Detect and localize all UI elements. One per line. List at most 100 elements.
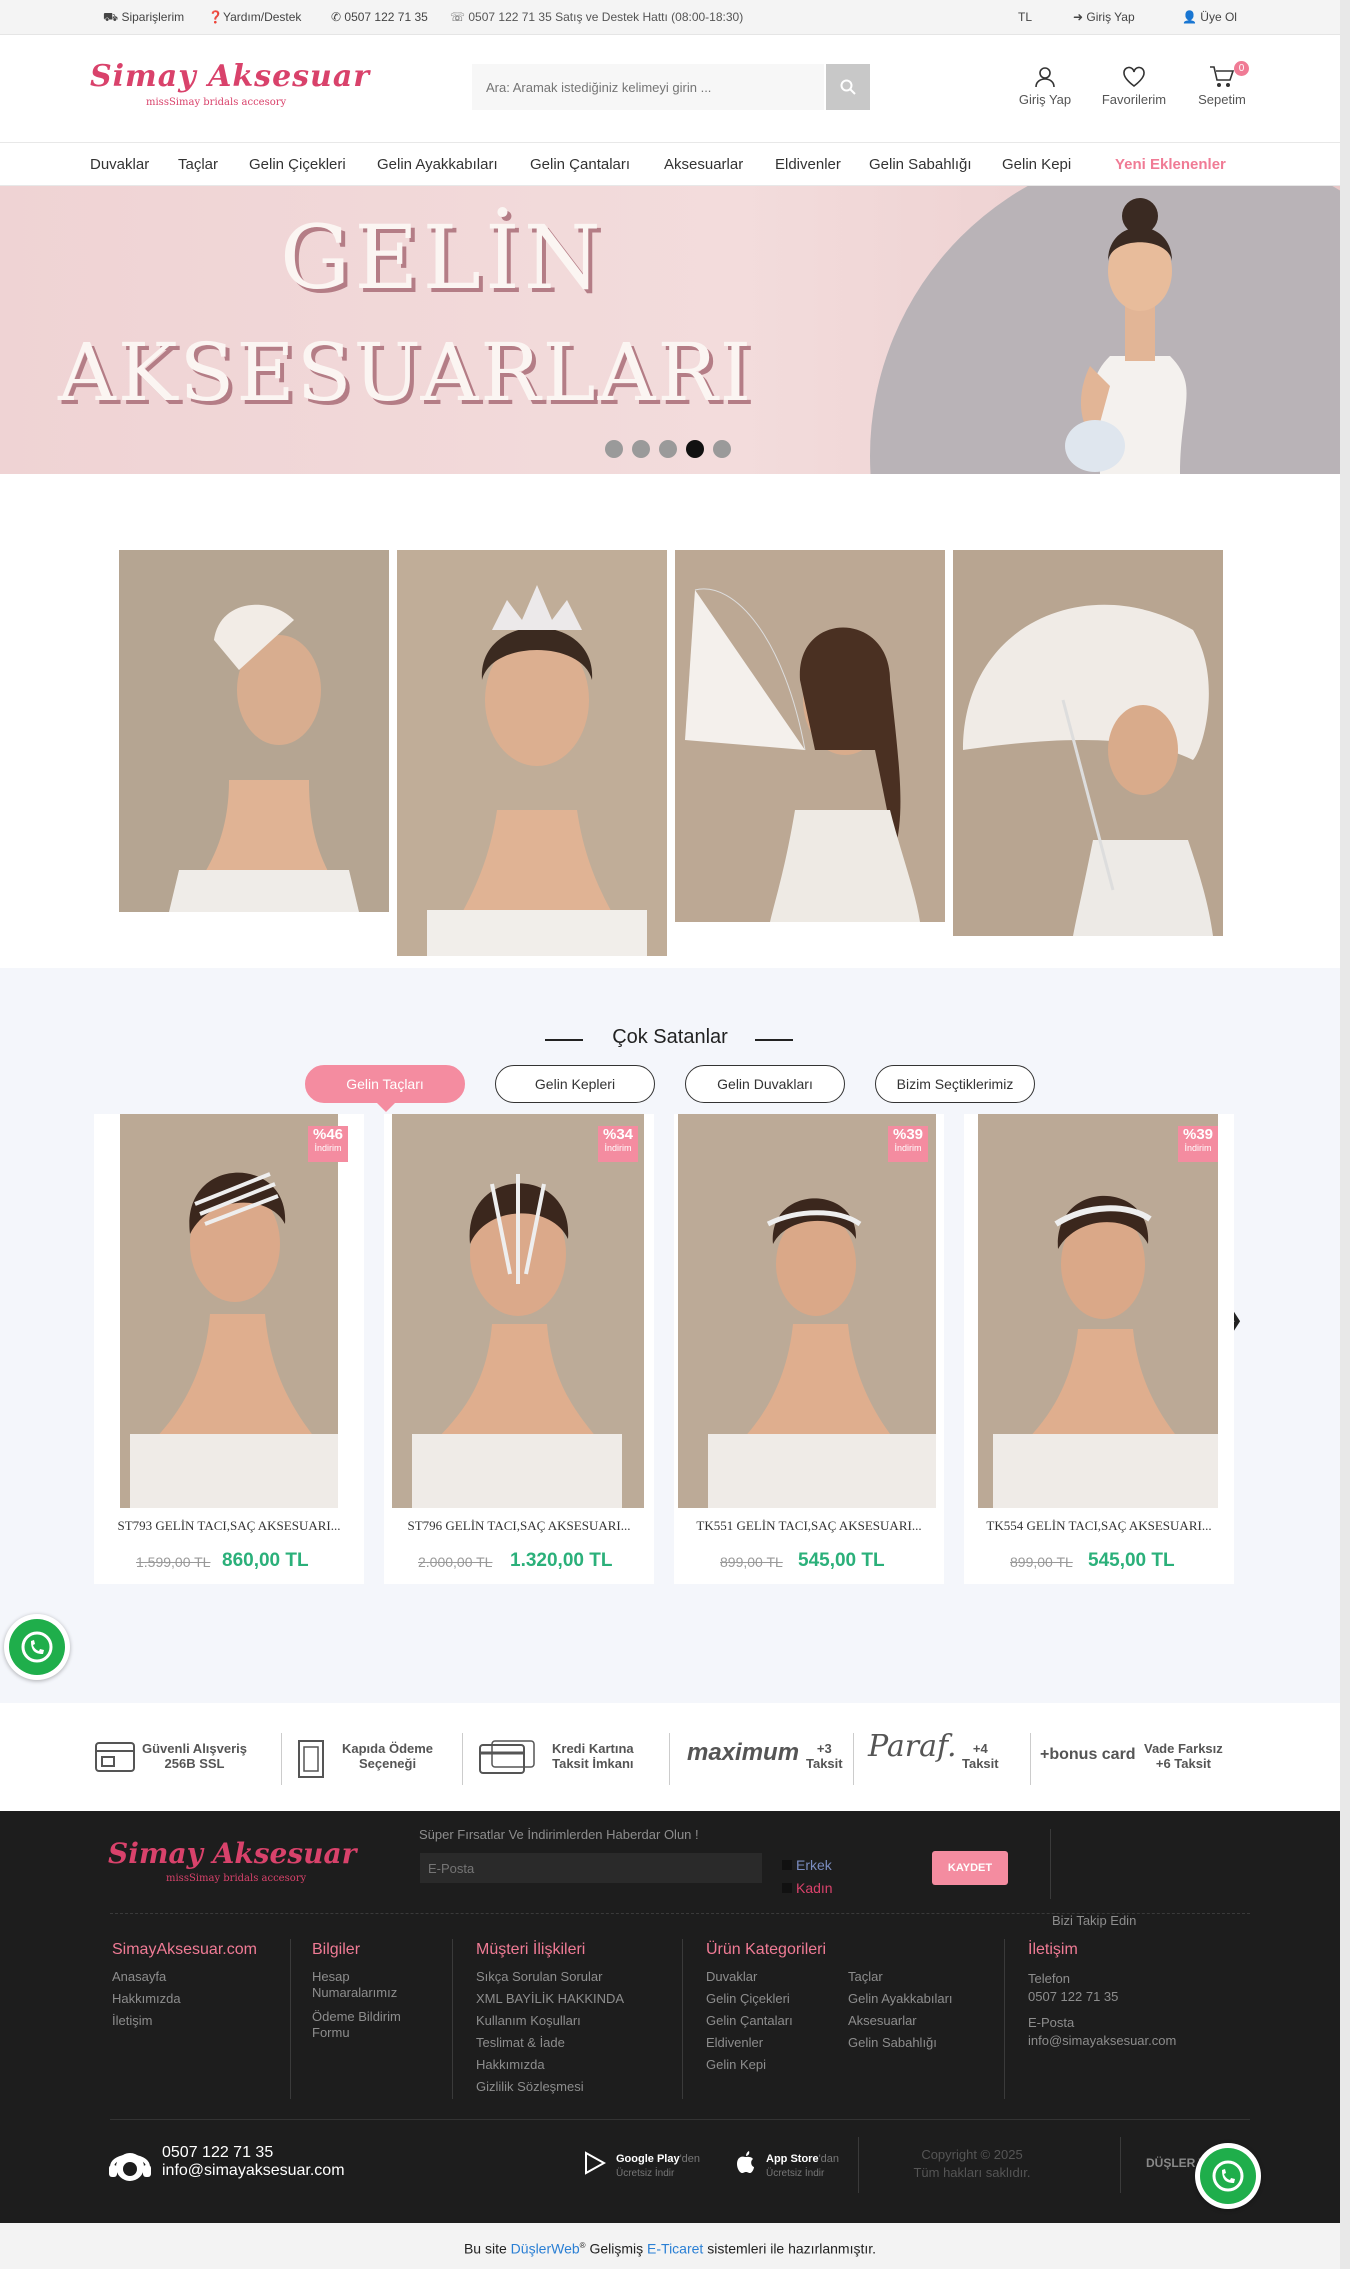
gallery-image-umbrella[interactable] (953, 550, 1223, 936)
nav-gelin-kepi[interactable]: Gelin Kepi (1002, 156, 1071, 173)
footer-link[interactable]: Gelin Sabahlığı (848, 2035, 937, 2051)
footer-link[interactable]: Sıkça Sorulan Sorular (476, 1969, 602, 1985)
eticaret-link[interactable]: E-Ticaret (647, 2241, 703, 2257)
copyright-line1: Copyright © 2025 (921, 2147, 1023, 2162)
favorites-button[interactable]: Favorilerim (1094, 65, 1174, 107)
footer-link[interactable]: Gizlilik Sözleşmesi (476, 2079, 584, 2095)
nav-eldivenler[interactable]: Eldivenler (775, 156, 841, 173)
footer-logo[interactable]: Simay Aksesuar (108, 1837, 356, 1870)
tab-bizim-sectiklerimiz[interactable]: Bizim Seçtiklerimiz (875, 1065, 1035, 1103)
footer-link[interactable]: Duvaklar (706, 1969, 757, 1985)
product-name[interactable]: ST793 GELİN TACI,SAÇ AKSESUARI... (94, 1518, 364, 1534)
footer-email[interactable]: info@simayaksesuar.com (1028, 2033, 1176, 2049)
footer-link[interactable]: Teslimat & İade (476, 2035, 565, 2051)
female-checkbox[interactable] (782, 1883, 792, 1893)
hero-slider[interactable]: GELİN AKSESUARLARI (0, 186, 1340, 474)
product-card[interactable]: %39 İndirim TK554 GELİN TACI,SAÇ AKSESUAR… (964, 1114, 1234, 1584)
whatsapp-float-button-footer[interactable] (1195, 2143, 1261, 2209)
footer-divider (110, 1913, 1250, 1914)
footer-link[interactable]: Hakkımızda (476, 2057, 545, 2073)
bonus-logo: +bonus card (1040, 1746, 1136, 1763)
nav-taclar[interactable]: Taçlar (178, 156, 218, 173)
currency-select[interactable]: TL (1018, 10, 1032, 24)
gallery-umbrella-picture (953, 550, 1223, 936)
hero-dot-2[interactable] (632, 440, 650, 458)
gallery-image-hat[interactable] (119, 550, 389, 912)
hero-dot-4[interactable] (686, 440, 704, 458)
orders-link[interactable]: ⛟ Siparişlerim (103, 10, 184, 26)
gender-male-option[interactable]: Erkek (782, 1857, 832, 1873)
search-button[interactable] (826, 64, 870, 110)
footer-link[interactable]: Hesap Numaralarımız (312, 1969, 422, 2001)
footer-phone[interactable]: 0507 122 71 35 (1028, 1989, 1118, 2005)
duslerweb-link[interactable]: DüşlerWeb (511, 2241, 580, 2257)
truck-icon: ⛟ (103, 10, 119, 24)
hero-dot-1[interactable] (605, 440, 623, 458)
gender-female-option[interactable]: Kadın (782, 1880, 833, 1896)
old-price: 899,00 TL (1010, 1554, 1073, 1570)
product-image[interactable] (392, 1114, 644, 1508)
nav-aksesuarlar[interactable]: Aksesuarlar (664, 156, 743, 173)
footer-col2-title: Bilgiler (312, 1941, 361, 1958)
footer: Simay Aksesuar missSimay bridals accesor… (0, 1811, 1340, 2223)
footer-link[interactable]: Kullanım Koşulları (476, 2013, 581, 2029)
footer-link[interactable]: Gelin Kepi (706, 2057, 766, 2073)
hero-dot-3[interactable] (659, 440, 677, 458)
page-scrollbar[interactable] (1340, 0, 1350, 2269)
product-name[interactable]: TK554 GELİN TACI,SAÇ AKSESUARI... (964, 1518, 1234, 1534)
newsletter-save-button[interactable]: KAYDET (932, 1851, 1008, 1885)
nav-duvaklar[interactable]: Duvaklar (90, 156, 149, 173)
footer-link[interactable]: İletişim (112, 2013, 152, 2029)
product-card[interactable]: %34 İndirim ST796 GELİN TACI,SAÇ AKSESUAR… (384, 1114, 654, 1584)
hero-dot-5[interactable] (713, 440, 731, 458)
best-sellers-title: Çok Satanlar (612, 1026, 728, 1048)
question-icon: ❓ (208, 10, 223, 24)
footer-link[interactable]: XML BAYİLİK HAKKINDA (476, 1991, 624, 2007)
footer-link[interactable]: Gelin Ayakkabıları (848, 1991, 953, 2007)
footer-link[interactable]: Eldivenler (706, 2035, 763, 2051)
male-checkbox[interactable] (782, 1860, 792, 1870)
tab-gelin-duvaklari[interactable]: Gelin Duvakları (685, 1065, 845, 1103)
register-link[interactable]: 👤 Üye Ol (1182, 10, 1237, 24)
header-login-button[interactable]: Giriş Yap (1005, 65, 1085, 107)
help-link[interactable]: ❓Yardım/Destek (208, 10, 301, 24)
gallery-image-crown[interactable] (397, 550, 667, 956)
footer-link[interactable]: Gelin Çantaları (706, 2013, 793, 2029)
product-card[interactable]: %39 İndirim TK551 GELİN TACI,SAÇ AKSESUAR… (674, 1114, 944, 1584)
product-image[interactable] (678, 1114, 936, 1508)
app-store-link[interactable]: App Store'dan (766, 2151, 839, 2167)
nav-yeni-eklenenler[interactable]: Yeni Eklenenler (1115, 156, 1226, 173)
top-login-link[interactable]: ➜ Giriş Yap (1073, 10, 1135, 24)
newsletter-email-input[interactable] (420, 1853, 762, 1883)
footer-link[interactable]: Aksesuarlar (848, 2013, 917, 2029)
nav-gelin-sabahligi[interactable]: Gelin Sabahlığı (869, 156, 972, 173)
whatsapp-float-button[interactable] (4, 1614, 70, 1680)
whatsapp-link[interactable]: ✆ 0507 122 71 35 (331, 10, 428, 24)
nav-gelin-cicekleri[interactable]: Gelin Çiçekleri (249, 156, 346, 173)
gallery-fan-picture (675, 550, 945, 922)
google-play-link[interactable]: Google Play'den (616, 2151, 700, 2167)
product-image[interactable] (978, 1114, 1218, 1508)
site-logo[interactable]: Simay Aksesuar (90, 59, 370, 94)
trust-cod: Kapıda Ödeme Seçeneği (342, 1741, 434, 1771)
footer-link[interactable]: Gelin Çiçekleri (706, 1991, 790, 2007)
product-card[interactable]: %46 İndirim ST793 GELİN TACI,SAÇ AKSESUAR… (94, 1114, 364, 1584)
search-input[interactable] (472, 64, 824, 110)
footer-link[interactable]: Hakkımızda (112, 1991, 181, 2007)
bottom-email[interactable]: info@simayaksesuar.com (162, 2163, 345, 2179)
discount-badge: %46 İndirim (308, 1126, 348, 1162)
footer-link[interactable]: Ödeme Bildirim Formu (312, 2009, 422, 2041)
tab-gelin-taclari[interactable]: Gelin Taçları (305, 1065, 465, 1103)
nav-gelin-cantalari[interactable]: Gelin Çantaları (530, 156, 630, 173)
tab-gelin-kepleri[interactable]: Gelin Kepleri (495, 1065, 655, 1103)
product-name[interactable]: TK551 GELİN TACI,SAÇ AKSESUARI... (674, 1518, 944, 1534)
product-name[interactable]: ST796 GELİN TACI,SAÇ AKSESUARI... (384, 1518, 654, 1534)
bottom-phone[interactable]: 0507 122 71 35 (162, 2145, 273, 2161)
nav-gelin-ayakkabilari[interactable]: Gelin Ayakkabıları (377, 156, 498, 173)
gallery-crown-picture (397, 550, 667, 956)
product-image[interactable] (120, 1114, 338, 1508)
cart-button[interactable]: 0 Sepetim (1182, 61, 1262, 107)
footer-link[interactable]: Anasayfa (112, 1969, 166, 1985)
footer-link[interactable]: Taçlar (848, 1969, 883, 1985)
gallery-image-fan[interactable] (675, 550, 945, 922)
